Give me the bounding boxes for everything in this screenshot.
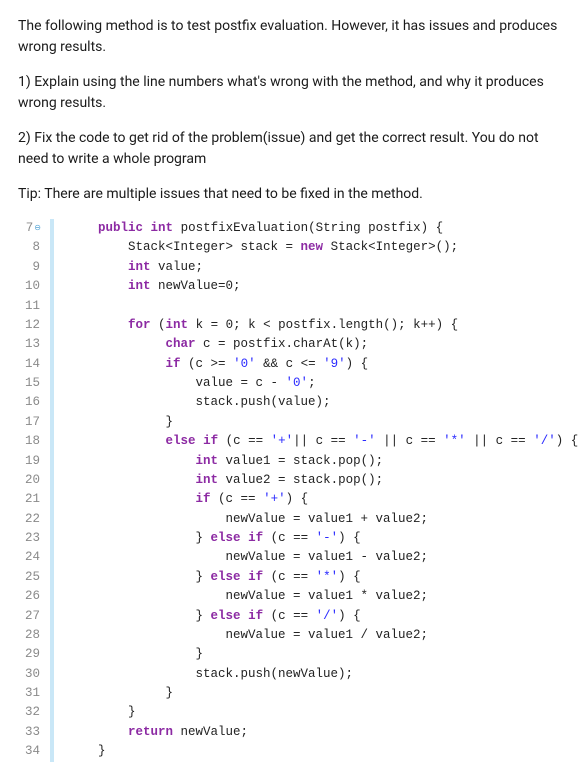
code-line: stack.push(value); [68,395,331,409]
line-number: 12 [25,318,40,332]
line-number: 10 [25,279,40,293]
code-line: if (c == '+') { [68,492,308,506]
code-line [68,299,76,313]
line-number: 32 [25,705,40,719]
tip-paragraph: Tip: There are multiple issues that need… [18,184,570,205]
line-number: 22 [25,512,40,526]
fold-icon: ⊖ [34,224,41,233]
code-line: } [68,415,173,429]
line-number: 19 [25,454,40,468]
code-line: newValue = value1 / value2; [68,628,428,642]
line-number: 30 [25,667,40,681]
code-line: newValue = value1 - value2; [68,550,428,564]
line-number: 16 [25,395,40,409]
line-number: 24 [25,550,40,564]
code-line: else if (c == '+'|| c == '-' || c == '*'… [68,434,578,448]
code-line: newValue = value1 * value2; [68,589,428,603]
line-number: 17 [25,415,40,429]
line-number: 14 [25,357,40,371]
line-number: 20 [25,473,40,487]
code-line: } [68,705,136,719]
line-number: 15 [25,376,40,390]
line-number: 33 [25,725,40,739]
code-line: int value2 = stack.pop(); [68,473,383,487]
code-line: if (c >= '0' && c <= '9') { [68,357,368,371]
line-number: 27 [25,609,40,623]
code-line: } [68,686,173,700]
code-line: int newValue=0; [68,279,241,293]
code-line: } else if (c == '-') { [68,531,361,545]
code-line: newValue = value1 + value2; [68,512,428,526]
code-line: int value1 = stack.pop(); [68,454,383,468]
code-line: int value; [68,260,203,274]
code-line: return newValue; [68,725,248,739]
line-number: 13 [25,337,40,351]
question-1: 1) Explain using the line numbers what's… [18,72,570,114]
line-number: 25 [25,570,40,584]
code-block: 7⊖ 8 9 10 11 12 13 14 15 16 17 18 19 20 … [18,219,570,762]
line-number-gutter: 7⊖ 8 9 10 11 12 13 14 15 16 17 18 19 20 … [18,219,54,762]
line-number: 34 [25,744,40,758]
code-line: } [68,744,106,758]
line-number: 8 [32,240,40,254]
code-line: public int postfixEvaluation(String post… [68,221,443,235]
line-number: 29 [25,647,40,661]
line-number: 7 [26,221,34,235]
code-line: Stack<Integer> stack = new Stack<Integer… [68,240,458,254]
line-number: 23 [25,531,40,545]
line-number: 18 [25,434,40,448]
question-text: The following method is to test postfix … [18,16,570,205]
intro-paragraph: The following method is to test postfix … [18,16,570,58]
line-number: 28 [25,628,40,642]
code-line: char c = postfix.charAt(k); [68,337,368,351]
code-line: for (int k = 0; k < postfix.length(); k+… [68,318,458,332]
code-line: } else if (c == '/') { [68,609,361,623]
code-line: value = c - '0'; [68,376,316,390]
line-number: 26 [25,589,40,603]
line-number: 11 [25,299,40,313]
code-line: stack.push(newValue); [68,667,353,681]
code-content: public int postfixEvaluation(String post… [54,219,578,762]
question-2: 2) Fix the code to get rid of the proble… [18,128,570,170]
line-number: 9 [32,260,40,274]
line-number: 21 [25,492,40,506]
code-line: } [68,647,203,661]
code-line: } else if (c == '*') { [68,570,361,584]
line-number: 31 [25,686,40,700]
